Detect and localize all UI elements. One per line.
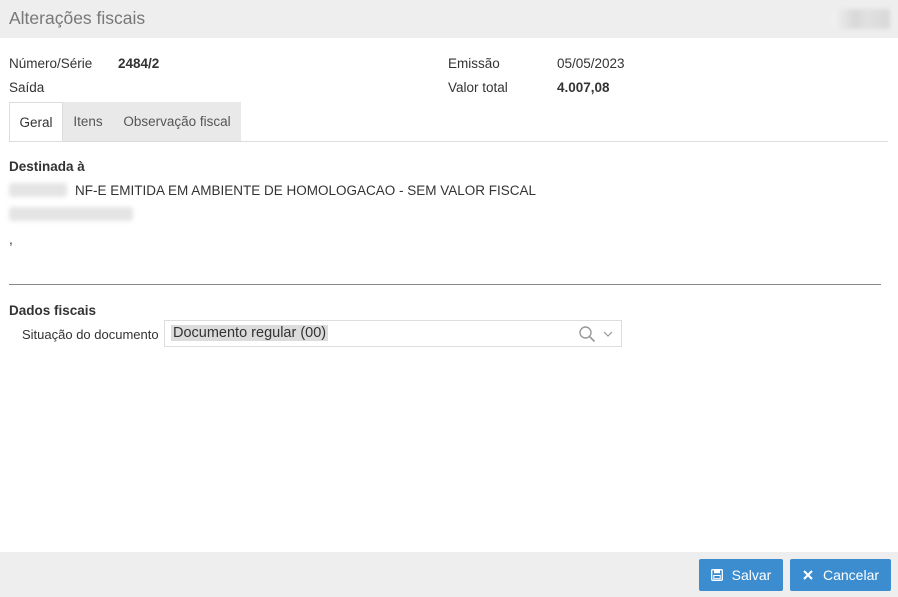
- numero-serie-value: 2484/2: [118, 56, 160, 71]
- cancel-button-label: Cancelar: [822, 567, 880, 583]
- save-button[interactable]: Salvar: [699, 559, 783, 591]
- tab-divider: [9, 141, 888, 142]
- situacao-selected-value: Documento regular (00): [171, 325, 329, 341]
- destinada-title: Destinada à: [9, 159, 85, 174]
- chevron-down-icon[interactable]: [603, 329, 613, 339]
- dialog-titlebar: Alterações fiscais: [0, 0, 898, 38]
- address-separator: ,: [9, 232, 13, 247]
- section-divider: [9, 284, 881, 285]
- redacted-code: [9, 183, 67, 197]
- numero-serie-label: Número/Série: [9, 56, 93, 71]
- search-icon[interactable]: [578, 325, 596, 343]
- close-icon: [803, 570, 813, 580]
- situacao-select[interactable]: Documento regular (00): [164, 320, 622, 347]
- window-controls[interactable]: [832, 9, 890, 29]
- dialog-title: Alterações fiscais: [9, 8, 146, 28]
- emissao-value: 05/05/2023: [557, 56, 625, 71]
- valor-total-label: Valor total: [448, 80, 508, 95]
- situacao-label: Situação do documento: [22, 327, 159, 342]
- cancel-button[interactable]: Cancelar: [790, 559, 891, 591]
- redacted-document: [9, 207, 133, 221]
- tab-observacao-fiscal[interactable]: Observação fiscal: [113, 102, 241, 142]
- floppy-disk-icon: [710, 569, 723, 581]
- destinatario-name: NF-E EMITIDA EM AMBIENTE DE HOMOLOGACAO …: [75, 183, 537, 198]
- dialog-footer: Salvar Cancelar: [0, 552, 898, 597]
- tipo-label: Saída: [9, 80, 45, 95]
- tab-itens[interactable]: Itens: [63, 102, 113, 142]
- valor-total-value: 4.007,08: [557, 80, 610, 95]
- dados-fiscais-title: Dados fiscais: [9, 303, 97, 318]
- save-button-label: Salvar: [731, 567, 772, 583]
- tab-geral[interactable]: Geral: [9, 102, 63, 142]
- emissao-label: Emissão: [448, 56, 500, 71]
